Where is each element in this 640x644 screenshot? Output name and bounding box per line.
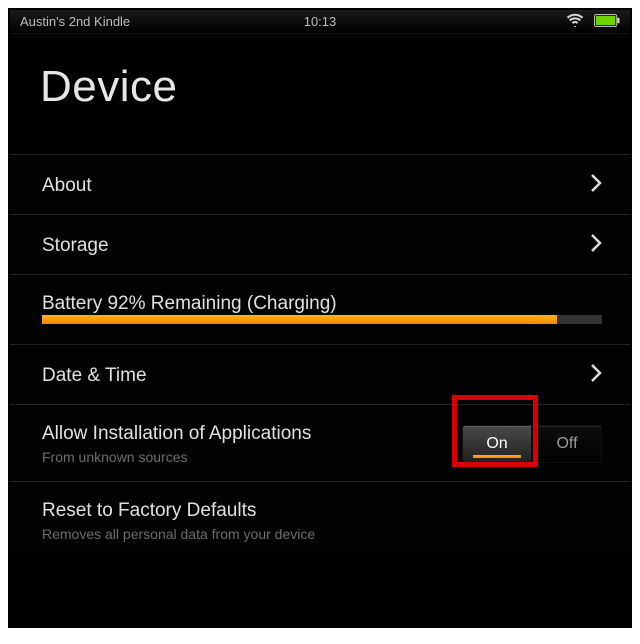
row-allow-install: Allow Installation of Applications From … <box>10 404 630 481</box>
status-bar: Austin's 2nd Kindle 10:13 <box>10 10 630 34</box>
battery-progress-fill <box>42 315 557 324</box>
row-storage[interactable]: Storage <box>10 214 630 274</box>
chevron-right-icon <box>590 173 602 198</box>
row-label: Date & Time <box>42 365 147 387</box>
row-battery: Battery 92% Remaining (Charging) <box>10 274 630 344</box>
row-label: About <box>42 175 92 197</box>
battery-progress-track <box>42 315 602 324</box>
row-label: Reset to Factory Defaults <box>42 500 315 522</box>
chevron-right-icon <box>590 363 602 388</box>
battery-label: Battery 92% Remaining (Charging) <box>42 293 337 314</box>
page-title: Device <box>10 34 630 154</box>
settings-list: About Storage Battery 92% Remaining (Cha… <box>10 154 630 558</box>
row-sub: From unknown sources <box>42 449 311 465</box>
toggle-off-button[interactable]: Off <box>532 425 602 463</box>
row-label: Allow Installation of Applications <box>42 423 311 445</box>
chevron-right-icon <box>590 233 602 258</box>
row-sub: Removes all personal data from your devi… <box>42 526 315 542</box>
battery-icon <box>594 14 620 30</box>
row-date-time[interactable]: Date & Time <box>10 344 630 404</box>
row-reset[interactable]: Reset to Factory Defaults Removes all pe… <box>10 481 630 558</box>
row-label: Storage <box>42 235 109 257</box>
clock: 10:13 <box>304 14 337 29</box>
wifi-icon <box>566 13 584 30</box>
row-about[interactable]: About <box>10 154 630 214</box>
device-name: Austin's 2nd Kindle <box>20 14 130 29</box>
toggle-on-button[interactable]: On <box>462 425 532 463</box>
install-toggle[interactable]: On Off <box>462 425 602 463</box>
